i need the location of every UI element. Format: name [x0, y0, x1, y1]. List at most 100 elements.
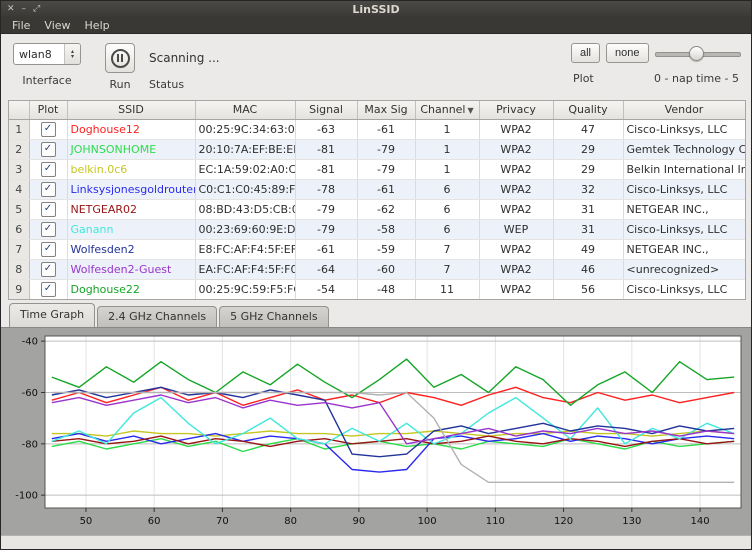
quality-cell: 32	[553, 179, 623, 199]
row-number: 8	[9, 259, 29, 279]
plot-all-button[interactable]: all	[571, 43, 600, 63]
privacy-cell: WPA2	[479, 279, 553, 299]
menu-file[interactable]: File	[5, 18, 37, 34]
menu-help[interactable]: Help	[78, 18, 117, 34]
table-row: 6✓Ganann00:23:69:60:9E:DB-79-586WEP31Cis…	[9, 219, 745, 239]
col-quality[interactable]: Quality	[553, 101, 623, 119]
quality-cell: 49	[553, 239, 623, 259]
plot-cell: ✓	[29, 219, 67, 239]
table-row: 9✓Doghouse2200:25:9C:59:F5:FC-54-4811WPA…	[9, 279, 745, 299]
interface-select[interactable]: wlan8 ▴▾	[13, 43, 81, 65]
vendor-cell: Cisco-Linksys, LLC	[623, 279, 745, 299]
quality-cell: 56	[553, 279, 623, 299]
mac-cell: 20:10:7A:EF:BE:EF	[195, 139, 295, 159]
tab-24ghz-channels[interactable]: 2.4 GHz Channels	[97, 306, 217, 327]
spinner-arrows-icon[interactable]: ▴▾	[64, 44, 80, 64]
maximize-icon[interactable]: ⤢	[33, 1, 40, 18]
corner-header	[9, 101, 29, 119]
row-number: 7	[9, 239, 29, 259]
channel-cell: 6	[415, 219, 479, 239]
menu-view[interactable]: View	[37, 18, 77, 34]
plot-checkbox[interactable]: ✓	[41, 182, 56, 197]
status-label: Status	[149, 78, 184, 91]
time-graph-panel: -40-60-80-1005060708090100110120130140	[1, 327, 752, 538]
plot-cell: ✓	[29, 159, 67, 179]
plot-checkbox[interactable]: ✓	[41, 262, 56, 277]
vendor-cell: Gemtek Technology C...	[623, 139, 745, 159]
quality-cell: 29	[553, 139, 623, 159]
ssid-cell: NETGEAR02	[67, 199, 195, 219]
plot-checkbox[interactable]: ✓	[41, 202, 56, 217]
x-axis-tick-label: 140	[691, 516, 710, 527]
privacy-cell: WPA2	[479, 179, 553, 199]
signal-cell: -79	[295, 219, 357, 239]
plot-checkbox[interactable]: ✓	[41, 282, 56, 297]
max-sig-cell: -62	[357, 199, 415, 219]
x-axis-tick-label: 120	[554, 516, 573, 527]
window-controls: ✕ – ⤢	[1, 1, 40, 18]
time-graph: -40-60-80-1005060708090100110120130140	[1, 328, 752, 538]
channel-cell: 1	[415, 119, 479, 139]
quality-cell: 47	[553, 119, 623, 139]
x-axis-tick-label: 80	[284, 516, 297, 527]
vendor-cell: <unrecognized>	[623, 259, 745, 279]
table-row: 3✓belkin.0c6EC:1A:59:02:A0:C6-81-791WPA2…	[9, 159, 745, 179]
quality-cell: 31	[553, 219, 623, 239]
privacy-cell: WPA2	[479, 159, 553, 179]
col-ssid[interactable]: SSID	[67, 101, 195, 119]
privacy-cell: WPA2	[479, 139, 553, 159]
col-vendor[interactable]: Vendor	[623, 101, 745, 119]
mac-cell: 00:23:69:60:9E:DB	[195, 219, 295, 239]
close-icon[interactable]: ✕	[7, 1, 15, 18]
row-number: 9	[9, 279, 29, 299]
nap-time-slider[interactable]	[655, 43, 742, 63]
signal-cell: -61	[295, 239, 357, 259]
run-group: Run	[105, 43, 135, 91]
channel-cell: 7	[415, 259, 479, 279]
toolbar: wlan8 ▴▾ Interface Run Scanning ... Stat…	[1, 34, 751, 98]
plot-none-button[interactable]: none	[606, 43, 648, 63]
ssid-cell: Linksysjonesgoldrouter	[67, 179, 195, 199]
interface-value: wlan8	[14, 48, 64, 61]
network-table-body: 1✓Doghouse1200:25:9C:34:63:06-63-611WPA2…	[9, 119, 745, 299]
plot-cell: ✓	[29, 239, 67, 259]
pause-icon	[111, 49, 130, 68]
signal-cell: -78	[295, 179, 357, 199]
row-number: 1	[9, 119, 29, 139]
plot-checkbox[interactable]: ✓	[41, 162, 56, 177]
col-channel[interactable]: Channel▼	[415, 101, 479, 119]
x-axis-tick-label: 60	[148, 516, 161, 527]
y-axis-tick-label: -60	[22, 388, 38, 399]
table-header-row: Plot SSID MAC Signal Max Sig Channel▼ Pr…	[9, 101, 745, 119]
tab-time-graph[interactable]: Time Graph	[9, 303, 95, 327]
max-sig-cell: -60	[357, 259, 415, 279]
row-number: 2	[9, 139, 29, 159]
plot-checkbox[interactable]: ✓	[41, 242, 56, 257]
max-sig-cell: -61	[357, 119, 415, 139]
ssid-cell: Wolfesden2	[67, 239, 195, 259]
tab-5ghz-channels[interactable]: 5 GHz Channels	[219, 306, 328, 327]
ssid-cell: JOHNSONHOME	[67, 139, 195, 159]
titlebar: ✕ – ⤢ LinSSID	[1, 1, 751, 18]
slider-knob[interactable]	[689, 46, 704, 61]
vendor-cell: NETGEAR INC.,	[623, 199, 745, 219]
signal-cell: -79	[295, 199, 357, 219]
col-plot[interactable]: Plot	[29, 101, 67, 119]
col-max-sig[interactable]: Max Sig	[357, 101, 415, 119]
max-sig-cell: -79	[357, 139, 415, 159]
ssid-cell: Doghouse12	[67, 119, 195, 139]
col-mac[interactable]: MAC	[195, 101, 295, 119]
plot-checkbox[interactable]: ✓	[41, 142, 56, 157]
row-number: 3	[9, 159, 29, 179]
plot-checkbox[interactable]: ✓	[41, 122, 56, 137]
col-signal[interactable]: Signal	[295, 101, 357, 119]
row-number: 4	[9, 179, 29, 199]
minimize-icon[interactable]: –	[22, 1, 27, 18]
table-row: 5✓NETGEAR0208:BD:43:D5:CB:03-79-626WPA23…	[9, 199, 745, 219]
run-button[interactable]	[105, 43, 135, 73]
col-privacy[interactable]: Privacy	[479, 101, 553, 119]
plot-checkbox[interactable]: ✓	[41, 222, 56, 237]
vendor-cell: Belkin International Inc	[623, 159, 745, 179]
plot-cell: ✓	[29, 179, 67, 199]
plot-cell: ✓	[29, 259, 67, 279]
